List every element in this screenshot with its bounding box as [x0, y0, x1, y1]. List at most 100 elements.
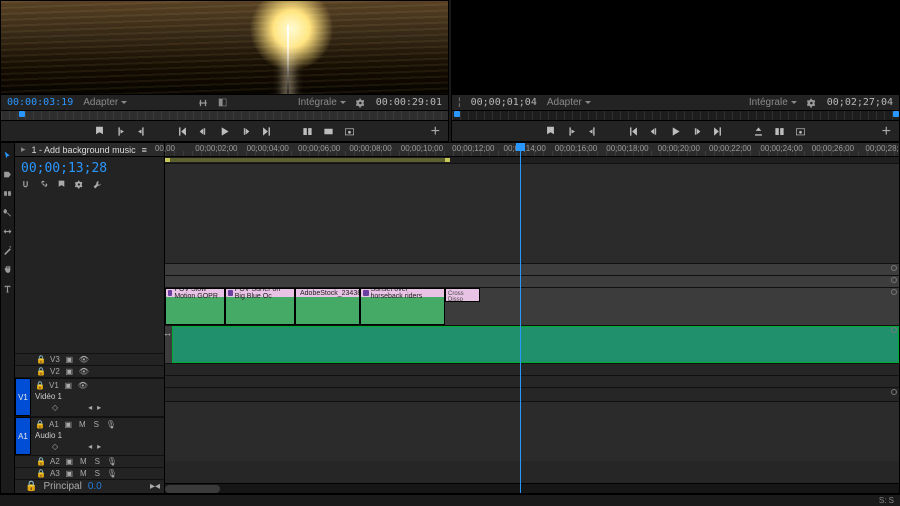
track-a2-lane[interactable] [165, 363, 899, 375]
video-clip[interactable]: POV Surfer on Big Blue Oc [225, 288, 295, 325]
track-label: V2 [50, 367, 60, 376]
master-gain-value[interactable]: 0.0 [88, 481, 102, 492]
overwrite-icon[interactable] [323, 126, 334, 137]
program-settings-button[interactable] [807, 98, 817, 108]
wrench-icon[interactable] [93, 180, 102, 189]
timeline-tool-strip [1, 143, 15, 493]
video-clip[interactable]: Sunset over horseback riders [360, 288, 445, 325]
sequence-tab[interactable]: ▸ 1 - Add background music ≡ [15, 143, 164, 157]
track-headers-column: ▸ 1 - Add background music ≡ 00;00;13;28… [15, 143, 165, 493]
time-ruler[interactable]: 00,00 00;00;02;00 00;00;04;00 00;00;06;0… [165, 143, 899, 157]
track-header-v2[interactable]: 🔒 V2 ▣ 👁 [15, 365, 164, 377]
insert-icon[interactable] [302, 126, 313, 137]
export-frame-icon[interactable] [795, 126, 806, 137]
source-playhead-marker[interactable] [19, 111, 25, 117]
timeline-playhead-timecode[interactable]: 00;00;13;28 [15, 157, 164, 178]
go-to-in-icon[interactable] [628, 126, 639, 137]
program-current-timecode[interactable]: 00;00;01;04 [471, 97, 537, 108]
audio-clip[interactable] [172, 326, 899, 363]
track-header-a1[interactable]: A1 🔒A1▣MS🎙 Audio 1 ◇◂▸ [15, 416, 164, 455]
extract-icon[interactable] [774, 126, 785, 137]
ruler-tick: 00;00;04;00 [247, 144, 289, 153]
track-header-a2[interactable]: 🔒 A2 ▣MS🎙 [15, 455, 164, 467]
track-v2-lane[interactable] [165, 275, 899, 287]
ripple-edit-tool-icon[interactable] [3, 189, 12, 198]
track-v1-lane[interactable]: POV Slow Motion GOPR POV Surfer on Big B… [165, 287, 899, 325]
track-header-master[interactable]: 🔒 Principal 0.0 ▸◂ [15, 479, 164, 493]
export-frame-icon[interactable] [344, 126, 355, 137]
toggle-eye-icon[interactable]: 👁 [79, 367, 88, 376]
source-patch-a1[interactable]: A1 [15, 417, 31, 455]
linked-selection-icon[interactable] [39, 180, 48, 189]
source-monitor-viewport[interactable] [1, 1, 448, 94]
razor-tool-icon[interactable] [3, 208, 12, 217]
source-zoom-dropdown[interactable]: Adapter [83, 97, 127, 108]
pen-tool-icon[interactable] [3, 246, 12, 255]
lift-icon[interactable] [753, 126, 764, 137]
timeline-panel: ▸ 1 - Add background music ≡ 00;00;13;28… [0, 142, 900, 494]
go-to-out-icon[interactable] [712, 126, 723, 137]
ruler-tick: 00;00;02;00 [195, 144, 237, 153]
toggle-output-icon[interactable]: ▣ [65, 367, 74, 376]
source-settings-button-1[interactable] [198, 98, 208, 108]
track-select-tool-icon[interactable] [3, 170, 12, 179]
status-bar: S: S [0, 494, 900, 506]
step-forward-icon[interactable] [240, 126, 251, 137]
program-monitor-viewport[interactable] [452, 1, 899, 94]
timeline-content[interactable]: 00,00 00;00;02;00 00;00;04;00 00;00;06;0… [165, 143, 899, 493]
step-forward-icon[interactable] [691, 126, 702, 137]
play-icon[interactable] [670, 126, 681, 137]
go-to-in-icon[interactable] [177, 126, 188, 137]
track-header-v1[interactable]: V1 🔒V1▣👁 Vidéo 1 ◇◂▸ [15, 377, 164, 416]
program-out-marker[interactable] [893, 111, 899, 117]
track-label: V3 [50, 355, 60, 364]
type-tool-icon[interactable] [3, 284, 12, 293]
program-playhead-marker[interactable] [454, 111, 460, 117]
go-to-out-icon[interactable] [261, 126, 272, 137]
slip-tool-icon[interactable] [3, 227, 12, 236]
source-half-res-indicator: ◧ [218, 97, 227, 108]
panel-menu-icon[interactable]: ≡ [142, 145, 145, 155]
track-a1-lane[interactable]: ↔ [165, 325, 899, 363]
program-zoom-dropdown[interactable]: Adapter [547, 97, 591, 108]
track-master-lane[interactable] [165, 387, 899, 401]
source-settings-button-2[interactable] [356, 98, 366, 108]
source-patch-v1[interactable]: V1 [15, 378, 31, 416]
mark-out-icon[interactable] [136, 126, 147, 137]
play-icon[interactable] [219, 126, 230, 137]
source-resolution-dropdown[interactable]: Intégrale [298, 97, 346, 108]
track-a3-lane[interactable] [165, 375, 899, 387]
hand-tool-icon[interactable] [3, 265, 12, 274]
step-back-icon[interactable] [649, 126, 660, 137]
snap-icon[interactable] [21, 180, 30, 189]
scrollbar-thumb[interactable] [165, 485, 220, 493]
selection-tool-icon[interactable] [3, 151, 12, 160]
add-marker-icon[interactable] [94, 126, 105, 137]
cross-dissolve-clip[interactable]: Cross Disso [445, 288, 480, 302]
mark-in-icon[interactable] [115, 126, 126, 137]
source-current-timecode[interactable]: 00:00:03:19 [7, 97, 73, 108]
video-clip[interactable]: AdobeStock_234381 [295, 288, 360, 325]
mark-in-icon[interactable] [566, 126, 577, 137]
toggle-output-icon[interactable]: ▣ [65, 355, 74, 364]
timeline-horizontal-scrollbar[interactable] [165, 483, 899, 493]
mark-out-icon[interactable] [587, 126, 598, 137]
program-button-editor[interactable]: + [882, 126, 891, 137]
program-scrub-bar[interactable] [452, 110, 899, 121]
collapse-icon[interactable]: ▸◂ [150, 481, 160, 492]
lock-icon[interactable]: 🔒 [36, 367, 45, 376]
timeline-settings-icon[interactable] [75, 180, 84, 189]
lock-icon[interactable]: 🔒 [36, 355, 45, 364]
track-v3-lane[interactable] [165, 263, 899, 275]
add-marker-icon[interactable] [57, 180, 66, 189]
track-header-v3[interactable]: 🔒 V3 ▣ 👁 [15, 353, 164, 365]
toggle-eye-icon[interactable]: 👁 [79, 355, 88, 364]
track-header-a3[interactable]: 🔒 A3 ▣MS🎙 [15, 467, 164, 479]
step-back-icon[interactable] [198, 126, 209, 137]
video-clip[interactable]: POV Slow Motion GOPR [165, 288, 225, 325]
add-marker-icon[interactable] [545, 126, 556, 137]
source-scrub-bar[interactable] [1, 110, 448, 121]
program-resolution-dropdown[interactable]: Intégrale [749, 97, 797, 108]
source-button-editor[interactable]: + [431, 126, 440, 137]
track-output-indicator [891, 265, 897, 271]
